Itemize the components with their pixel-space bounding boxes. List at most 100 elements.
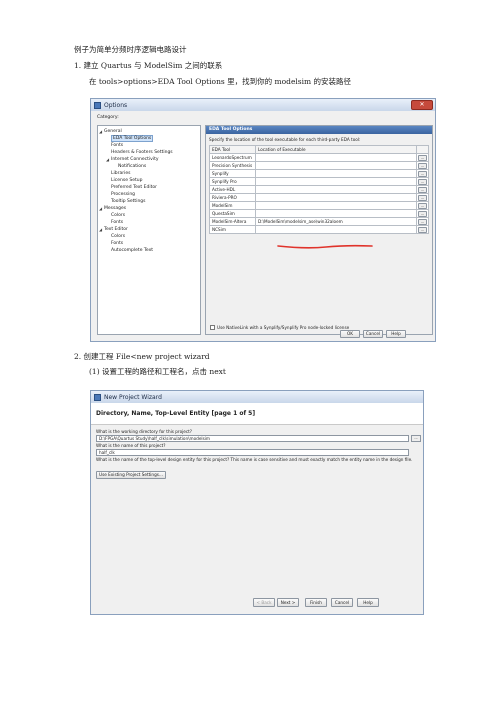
finish-button[interactable]: Finish	[305, 598, 327, 607]
browse-button[interactable]: ...	[418, 218, 427, 225]
cancel-button[interactable]: Cancel	[363, 330, 383, 338]
step1-heading: 1. 建立 Quartus 与 ModelSim 之间的联系	[74, 61, 223, 70]
category-item[interactable]: Colors	[98, 233, 200, 240]
ok-button[interactable]: OK	[340, 330, 360, 338]
table-row: ModelSim...	[209, 201, 429, 210]
category-item-label: EDA Tool Options	[111, 135, 154, 142]
category-item[interactable]: Headers & Footers Settings	[98, 149, 200, 156]
table-row: Riviera-PRO...	[209, 193, 429, 202]
next-button[interactable]: Next >	[277, 598, 299, 607]
category-tree: ◢ General EDA Tool Options Fonts Headers & F…	[97, 125, 201, 335]
tool-path-field[interactable]	[254, 153, 418, 162]
tool-name: ModelSim	[209, 201, 256, 210]
table-row: Synplify...	[209, 169, 429, 178]
category-item-label: Internet Connectivity	[111, 157, 159, 162]
table-row: Active-HDL...	[209, 185, 429, 194]
app-icon	[94, 393, 101, 401]
category-item[interactable]: ◢ Messages	[98, 205, 200, 212]
category-item[interactable]: EDA Tool Options	[98, 135, 200, 142]
back-button[interactable]: < Back	[253, 598, 275, 607]
checkbox-box[interactable]	[210, 325, 215, 330]
options-dialog: Options ✕ Category: ◢ General EDA Tool Opt…	[90, 98, 436, 342]
tool-path-field[interactable]	[254, 185, 418, 194]
top-level-question: What is the name of the top-level design…	[96, 457, 413, 462]
category-item-label: Notifications	[118, 164, 147, 169]
category-item-label: Colors	[111, 234, 126, 239]
category-item[interactable]: License Setup	[98, 177, 200, 184]
nativelink-checkbox[interactable]: Use NativeLink with a Synplify/Synplify …	[210, 325, 349, 330]
browse-button[interactable]: ...	[418, 202, 427, 209]
table-row: QuestaSim...	[209, 209, 429, 218]
category-label: Category:	[97, 115, 119, 120]
category-item-label: Processing	[111, 192, 136, 197]
category-item-label: Messages	[104, 206, 127, 211]
expand-arrow-icon[interactable]: ◢	[106, 156, 109, 163]
browse-button[interactable]: ...	[418, 226, 427, 233]
step2-heading: 2. 创建工程 File<new project wizard	[74, 352, 210, 361]
category-item[interactable]: Notifications	[98, 163, 200, 170]
category-item-label: Colors	[111, 213, 126, 218]
tool-path-field[interactable]	[254, 225, 418, 234]
expand-arrow-icon[interactable]: ◢	[99, 226, 102, 233]
browse-cell: ...	[416, 185, 429, 194]
browse-button[interactable]: ...	[418, 178, 427, 185]
nativelink-label: Use NativeLink with a Synplify/Synplify …	[217, 325, 350, 330]
use-existing-settings-button[interactable]: Use Existing Project Settings...	[96, 471, 166, 479]
category-item[interactable]: Fonts	[98, 240, 200, 247]
tool-name: Synplify	[209, 169, 256, 178]
tool-path-field[interactable]	[254, 169, 418, 178]
project-name-question: What is the name of this project?	[96, 443, 166, 448]
category-item[interactable]: Preferred Text Editor	[98, 184, 200, 191]
browse-cell: ...	[416, 201, 429, 210]
directory-question: What is the working directory for this p…	[96, 429, 193, 434]
app-icon	[94, 101, 101, 109]
panel-description: Specify the location of the tool executa…	[209, 137, 361, 142]
browse-cell: ...	[416, 169, 429, 178]
category-item[interactable]: ◢ Internet Connectivity	[98, 156, 200, 163]
table-row: Precision Synthesis...	[209, 161, 429, 170]
eda-tool-options-panel: EDA Tool Options Specify the location of…	[205, 125, 433, 335]
tool-name: QuestaSim	[209, 209, 256, 218]
category-item[interactable]: Libraries	[98, 170, 200, 177]
browse-cell: ...	[416, 225, 429, 234]
tool-path-field[interactable]	[254, 161, 418, 170]
category-item[interactable]: Fonts	[98, 142, 200, 149]
browse-button[interactable]: ...	[418, 154, 427, 161]
category-item[interactable]: Autocomplete Text	[98, 247, 200, 254]
category-item[interactable]: Fonts	[98, 219, 200, 226]
browse-button[interactable]: ...	[418, 194, 427, 201]
category-item[interactable]: ◢ Text Editor	[98, 226, 200, 233]
wizard-title: New Project Wizard	[104, 393, 162, 401]
expand-arrow-icon[interactable]: ◢	[99, 205, 102, 212]
project-name-field[interactable]: half_clk	[96, 449, 409, 456]
category-item[interactable]: Colors	[98, 212, 200, 219]
wizard-header: Directory, Name, Top-Level Entity [page …	[91, 403, 423, 425]
directory-browse-button[interactable]: ...	[411, 435, 421, 442]
category-item-label: Text Editor	[104, 227, 128, 232]
tool-path-field[interactable]	[254, 201, 418, 210]
category-item[interactable]: Processing	[98, 191, 200, 198]
column-header-browse	[416, 145, 429, 154]
browse-button[interactable]: ...	[418, 210, 427, 217]
directory-field[interactable]: D:\FPGA\Quartus Study\half_clk\simulatio…	[96, 435, 409, 442]
table-row: LeonardoSpectrum...	[209, 153, 429, 162]
browse-cell: ...	[416, 209, 429, 218]
browse-button[interactable]: ...	[418, 186, 427, 193]
cancel-button[interactable]: Cancel	[331, 598, 353, 607]
tool-path-field[interactable]	[254, 193, 418, 202]
help-button[interactable]: Help	[357, 598, 379, 607]
column-header-location: Location of Executable	[254, 145, 418, 154]
category-item[interactable]: ◢ General	[98, 128, 200, 135]
tool-path-field[interactable]	[254, 177, 418, 186]
browse-button[interactable]: ...	[418, 170, 427, 177]
doc-intro: 例子为简单分频时序逻辑电路设计	[74, 45, 187, 54]
step2-subheading: (1) 设置工程的路径和工程名，点击 next	[89, 367, 226, 376]
table-row: ModelSim-Altera D:\ModelSim\modelsim_ase\…	[209, 217, 429, 226]
close-icon[interactable]: ✕	[411, 100, 433, 110]
help-button[interactable]: Help	[386, 330, 406, 338]
browse-button[interactable]: ...	[418, 162, 427, 169]
expand-arrow-icon[interactable]: ◢	[99, 128, 102, 135]
tool-path-field[interactable]	[254, 209, 418, 218]
tool-path-field[interactable]: D:\ModelSim\modelsim_ase\win32aloem	[254, 217, 418, 226]
category-item[interactable]: Tooltip Settings	[98, 198, 200, 205]
